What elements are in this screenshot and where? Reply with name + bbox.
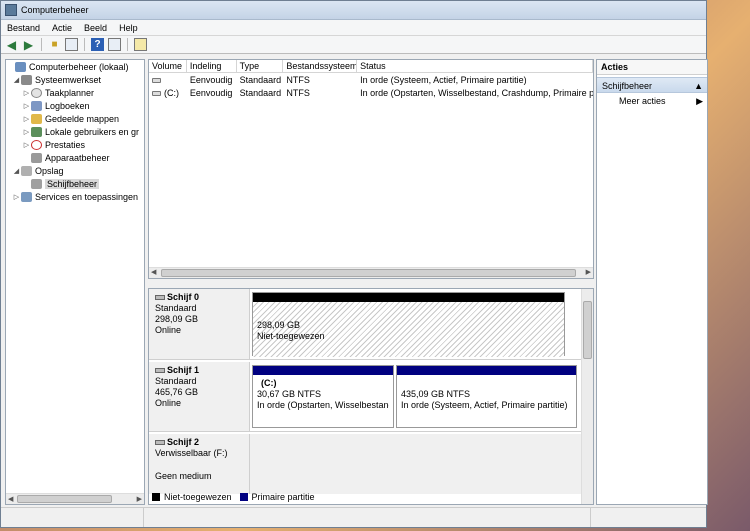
shared-folder-icon (31, 113, 42, 124)
back-arrow-icon[interactable]: ◀ (5, 38, 18, 52)
column-status[interactable]: Status (357, 60, 593, 72)
collapse-arrow-icon[interactable]: ◢ (12, 167, 21, 175)
disk-2-info[interactable]: Schijf 2 Verwisselbaar (F:) Geen medium (149, 434, 250, 494)
legend-swatch-primary (239, 493, 248, 501)
tree-item-prestaties[interactable]: ▷ Prestaties (6, 138, 144, 151)
window-title: Computerbeheer (21, 5, 89, 15)
status-bar (1, 507, 706, 527)
scroll-left-arrow-icon[interactable]: ◀ (151, 268, 156, 278)
volume-list: Volume Indeling Type Bestandssysteem Sta… (148, 59, 594, 279)
computer-management-window: Computerbeheer Bestand Actie Beeld Help … (0, 0, 708, 528)
partition-c[interactable]: (C:) 30,67 GB NTFS In orde (Opstarten, W… (252, 365, 394, 428)
services-icon (21, 191, 32, 202)
event-log-icon (31, 100, 42, 111)
actions-section-schijfbeheer[interactable]: Schijfbeheer ▲ (597, 77, 707, 93)
clock-icon (31, 87, 42, 98)
volume-icon (152, 90, 161, 96)
tools-icon (21, 74, 32, 85)
action-meer-acties[interactable]: Meer acties ▶ (597, 93, 707, 109)
expand-arrow-icon[interactable]: ▷ (22, 141, 31, 149)
scroll-right-arrow-icon[interactable]: ▶ (586, 268, 591, 278)
tree-item-apparaatbeheer[interactable]: Apparaatbeheer (6, 151, 144, 164)
disk-icon (155, 368, 165, 374)
computer-icon (15, 61, 26, 72)
tree-horizontal-scrollbar[interactable]: ◀ ▶ (6, 493, 144, 504)
column-bestandssysteem[interactable]: Bestandssysteem (283, 60, 358, 72)
tree-item-taakplanner[interactable]: ▷ Taakplanner (6, 86, 144, 99)
scroll-left-arrow-icon[interactable]: ◀ (8, 495, 13, 503)
computer-management-icon (5, 4, 17, 16)
actions-header: Acties (597, 60, 707, 75)
menu-actie[interactable]: Actie (46, 23, 78, 33)
tree-item-lokale-gebruikers[interactable]: ▷ Lokale gebruikers en gr (6, 125, 144, 138)
tree-item-opslag[interactable]: ◢ Opslag (6, 164, 144, 177)
disk-graphical-view: Schijf 0 Standaard 298,09 GB Online 298,… (148, 288, 594, 505)
forward-arrow-icon[interactable]: ▶ (22, 38, 35, 52)
action-pane-icon[interactable] (108, 38, 121, 51)
tree-item-gedeelde-mappen[interactable]: ▷ Gedeelde mappen (6, 112, 144, 125)
column-type[interactable]: Type (237, 60, 284, 72)
tree-item-systeemwerkset[interactable]: ◢ Systeemwerkset (6, 73, 144, 86)
column-indeling[interactable]: Indeling (187, 60, 237, 72)
storage-icon (21, 165, 32, 176)
tree-item-services[interactable]: ▷ Services en toepassingen (6, 190, 144, 203)
scroll-thumb[interactable] (161, 269, 576, 277)
expand-arrow-icon[interactable]: ▷ (12, 193, 21, 201)
tree-item-schijfbeheer[interactable]: Schijfbeheer (6, 177, 144, 190)
tree-item-root[interactable]: Computerbeheer (lokaal) (6, 60, 144, 73)
disk-0-info[interactable]: Schijf 0 Standaard 298,09 GB Online (149, 289, 250, 359)
menu-bestand[interactable]: Bestand (1, 23, 46, 33)
menu-beeld[interactable]: Beeld (78, 23, 113, 33)
partition-system[interactable]: 435,09 GB NTFS In orde (Systeem, Actief,… (396, 365, 577, 428)
table-row[interactable]: (C:) Eenvoudig Standaard NTFS In orde (O… (149, 86, 593, 99)
main-area: Computerbeheer (lokaal) ◢ Systeemwerkset… (5, 57, 708, 505)
scroll-thumb[interactable] (17, 495, 112, 503)
disk-view-vertical-scrollbar[interactable] (581, 289, 593, 504)
disk-icon (155, 295, 165, 301)
show-tree-icon[interactable] (65, 38, 78, 51)
help-icon[interactable]: ? (91, 38, 104, 51)
disk-management-icon (31, 178, 42, 189)
unallocated-partition[interactable]: 298,09 GB Niet-toegewezen (252, 292, 565, 357)
navigation-tree: Computerbeheer (lokaal) ◢ Systeemwerkset… (5, 59, 145, 505)
center-pane: Volume Indeling Type Bestandssysteem Sta… (148, 59, 594, 505)
menu-help[interactable]: Help (113, 23, 144, 33)
performance-icon (31, 139, 42, 150)
expand-arrow-icon[interactable]: ▷ (22, 115, 31, 123)
tree-item-logboeken[interactable]: ▷ Logboeken (6, 99, 144, 112)
disk-1-info[interactable]: Schijf 1 Standaard 465,76 GB Online (149, 362, 250, 431)
collapse-arrow-icon[interactable]: ◢ (12, 76, 21, 84)
disk-2-row[interactable]: Schijf 2 Verwisselbaar (F:) Geen medium (149, 434, 581, 494)
menu-bar: Bestand Actie Beeld Help (1, 20, 706, 36)
expand-arrow-icon[interactable]: ▷ (22, 89, 31, 97)
users-icon (31, 126, 42, 137)
actions-pane: Acties Schijfbeheer ▲ Meer acties ▶ (596, 59, 708, 505)
up-folder-icon[interactable]: ■ (48, 38, 61, 51)
chevron-right-icon: ▶ (696, 96, 703, 106)
volume-list-header: Volume Indeling Type Bestandssysteem Sta… (149, 60, 593, 73)
toolbar-separator (41, 38, 42, 51)
collapse-up-icon[interactable]: ▲ (694, 78, 703, 92)
device-manager-icon (31, 152, 42, 163)
table-row[interactable]: Eenvoudig Standaard NTFS In orde (Systee… (149, 73, 593, 86)
toolbar-separator (127, 38, 128, 51)
toolbar: ◀ ▶ ■ ? (1, 36, 706, 54)
expand-arrow-icon[interactable]: ▷ (22, 102, 31, 110)
properties-icon[interactable] (134, 38, 147, 51)
column-volume[interactable]: Volume (149, 60, 187, 72)
legend-swatch-unallocated (152, 493, 160, 501)
volume-icon (152, 77, 161, 83)
toolbar-separator (84, 38, 85, 51)
disk-0-row[interactable]: Schijf 0 Standaard 298,09 GB Online 298,… (149, 289, 581, 360)
scroll-thumb[interactable] (583, 301, 592, 359)
title-bar: Computerbeheer (1, 1, 706, 20)
disk-1-row[interactable]: Schijf 1 Standaard 465,76 GB Online (C:)… (149, 362, 581, 432)
scroll-right-arrow-icon[interactable]: ▶ (137, 495, 142, 503)
expand-arrow-icon[interactable]: ▷ (22, 128, 31, 136)
volume-list-horizontal-scrollbar[interactable]: ◀ ▶ (149, 267, 593, 278)
removable-disk-icon (155, 440, 165, 446)
legend: Niet-toegewezen Primaire partitie (152, 492, 315, 502)
